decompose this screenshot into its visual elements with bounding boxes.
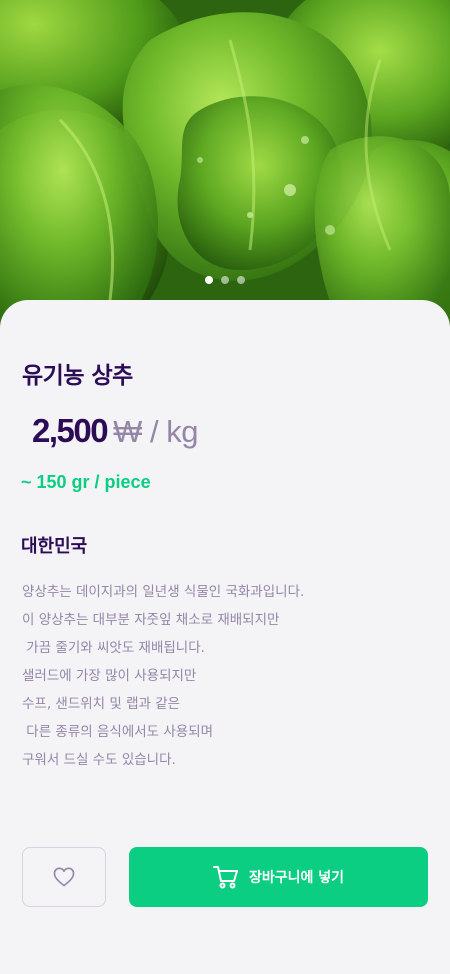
price-row: 2,500 ₩ / kg bbox=[32, 412, 198, 450]
product-image[interactable] bbox=[0, 0, 450, 330]
add-to-cart-button[interactable]: 장바구니에 넣기 bbox=[129, 847, 428, 907]
carousel-indicator bbox=[0, 276, 450, 284]
origin-heading: 대한민국 bbox=[21, 536, 88, 557]
heart-icon bbox=[53, 867, 75, 887]
favorite-button[interactable] bbox=[22, 847, 106, 907]
carousel-dot[interactable] bbox=[237, 276, 245, 284]
product-detail-sheet: 유기농 상추 2,500 ₩ / kg ~ 150 gr / piece 대한민… bbox=[0, 300, 450, 974]
product-description: 양상추는 데이지과의 일년생 식물인 국화과입니다. 이 양상추는 대부분 자줏… bbox=[22, 584, 305, 768]
product-title: 유기농 상추 bbox=[22, 363, 133, 389]
carousel-dot[interactable] bbox=[221, 276, 229, 284]
price-unit: ₩ / kg bbox=[113, 414, 198, 449]
shopping-cart-icon bbox=[212, 866, 238, 889]
price-value: 2,500 bbox=[32, 412, 109, 449]
carousel-dot[interactable] bbox=[205, 276, 213, 284]
add-to-cart-label: 장바구니에 넣기 bbox=[248, 870, 345, 886]
piece-weight: ~ 150 gr / piece bbox=[21, 472, 151, 492]
